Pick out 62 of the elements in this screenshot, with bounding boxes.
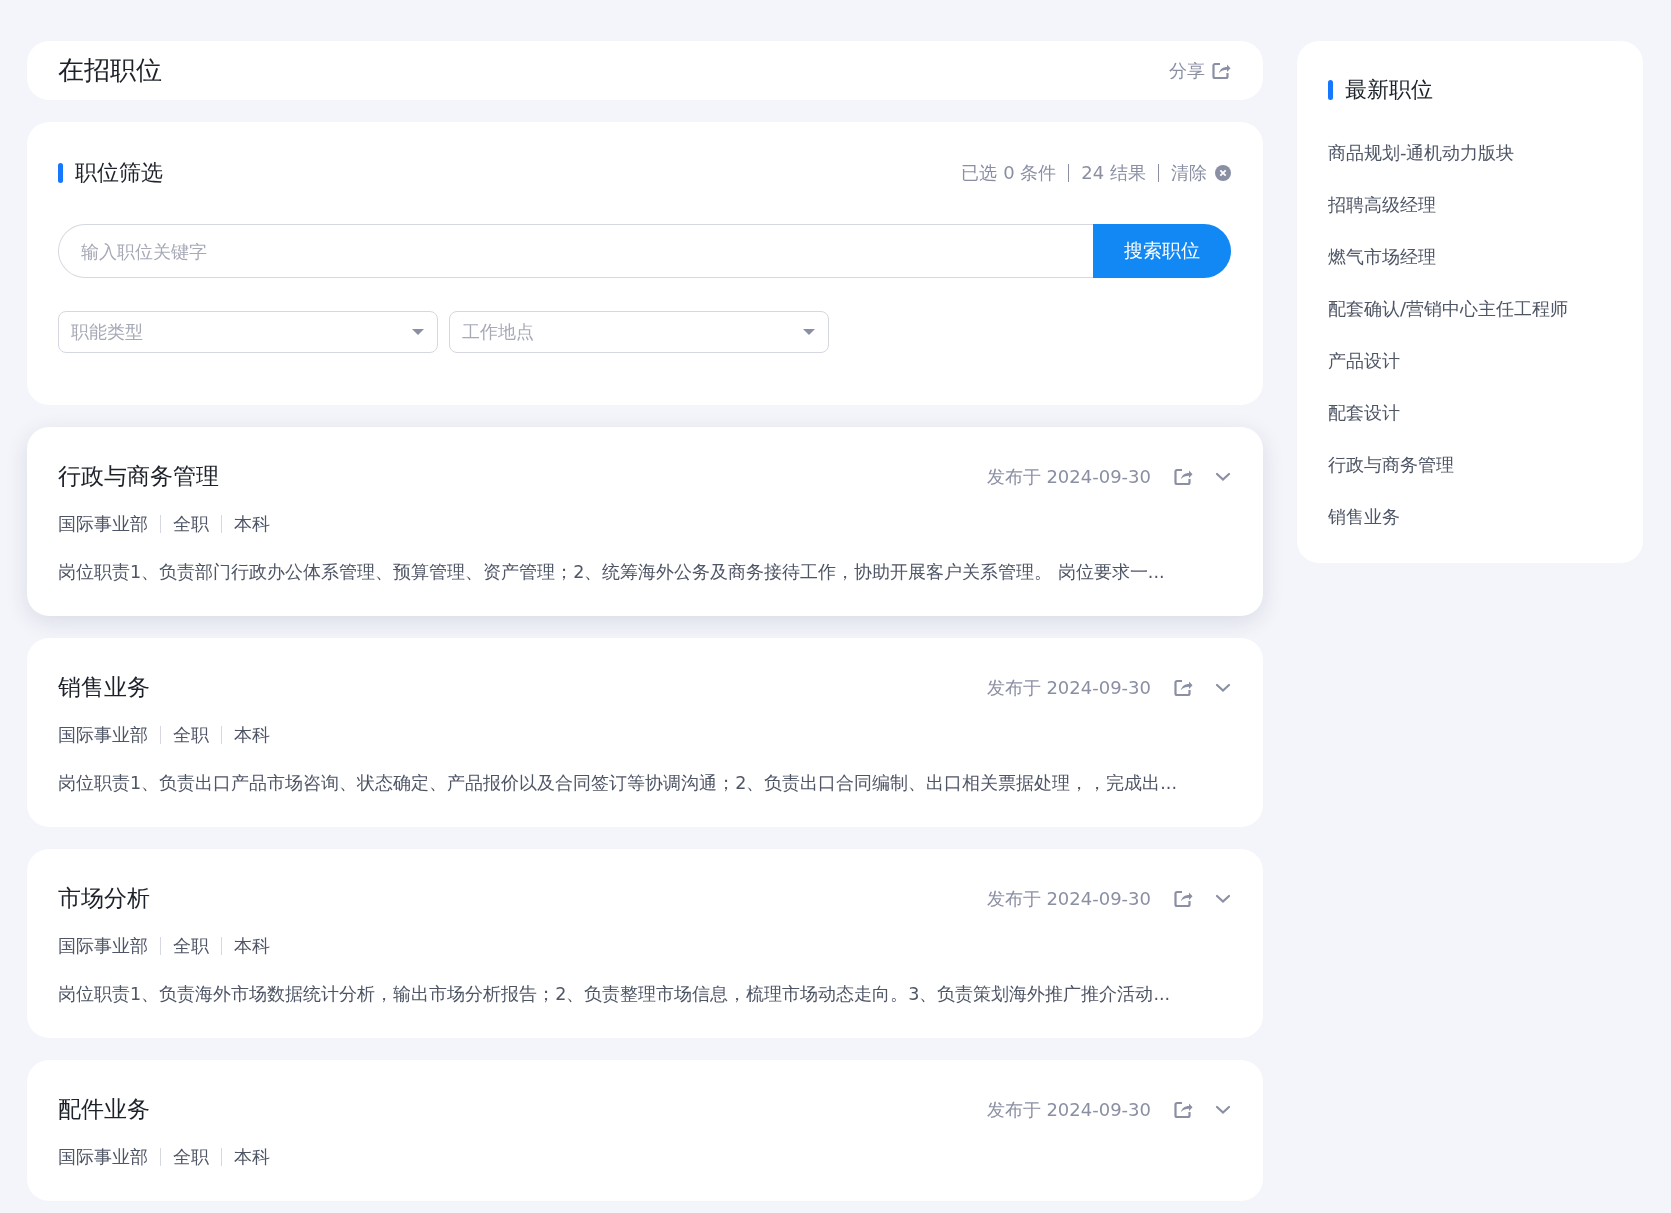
job-link[interactable]: 燃气市场经理: [1328, 245, 1623, 269]
chevron-icon: [1215, 471, 1231, 482]
share-button[interactable]: [1173, 888, 1193, 909]
job-card[interactable]: 行政与商务管理 发布于 2024-09-30 国际事业部 全职 本科 岗位职责1、负责部门行政办公体系管理、预算管理、资产管理；2、统筹海外公务及商务接待工作，协助开展客户关系管理。 岗位要求一...: [27, 427, 1263, 616]
share-button[interactable]: [1173, 1099, 1193, 1120]
share-icon: [1173, 677, 1193, 698]
job-link[interactable]: 招聘高级经理: [1328, 193, 1623, 217]
job-title: 销售业务: [58, 673, 150, 702]
job-tag: 国际事业部: [58, 1145, 148, 1169]
job-description: 岗位职责1、负责部门行政办公体系管理、预算管理、资产管理；2、统筹海外公务及商务接待工作，协助开展客户关系管理。 岗位要求一...: [58, 561, 1166, 584]
job-tag: 全职: [173, 934, 209, 958]
job-title: 市场分析: [58, 884, 150, 913]
job-title: 行政与商务管理: [58, 462, 219, 491]
search-field[interactable]: 输入职位关键字: [58, 224, 1093, 278]
job-tag: 国际事业部: [58, 934, 148, 958]
expand-button[interactable]: [1215, 893, 1231, 904]
job-card[interactable]: 市场分析 发布于 2024-09-30 国际事业部 全职 本科 岗位职责1、负责海外市场数据统计分析，输出市场分析报告；2、负责整理市场信息，梳理市场动态走向。3、负责策划海外推广推介活动...: [27, 849, 1263, 1038]
chevron-icon: [1215, 1104, 1231, 1115]
job-link[interactable]: 配套确认/营销中心主任工程师: [1328, 297, 1623, 321]
job-link[interactable]: 配套设计: [1328, 401, 1623, 425]
chevron-icon: [1215, 682, 1231, 693]
job-tag: 本科: [234, 723, 270, 747]
job-link[interactable]: 产品设计: [1328, 349, 1623, 373]
job-tag: 本科: [234, 934, 270, 958]
share-icon: [1173, 466, 1193, 487]
job-title: 配件业务: [58, 1095, 150, 1124]
chevron-icon: [1215, 893, 1231, 904]
job-link[interactable]: 商品规划-通机动力版块: [1328, 141, 1623, 165]
post-date: 发布于 2024-09-30: [986, 464, 1151, 489]
share-icon: [1173, 888, 1193, 909]
job-tag: 国际事业部: [58, 723, 148, 747]
section-title: 职位筛选: [58, 158, 163, 188]
section-title: 最新职位: [1328, 75, 1623, 105]
caret-icon: [411, 327, 425, 337]
caret-icon: [802, 327, 816, 337]
share-button[interactable]: [1173, 677, 1193, 698]
job-link[interactable]: 销售业务: [1328, 505, 1623, 529]
job-description: 岗位职责1、负责出口产品市场咨询、状态确定、产品报价以及合同签订等协调沟通；2、负责出口合同编制、出口相关票据处理，，完成出...: [58, 772, 1178, 795]
job-tag: 本科: [234, 1145, 270, 1169]
share-icon: [1211, 60, 1231, 81]
post-date: 发布于 2024-09-30: [986, 886, 1151, 911]
job-description: 岗位职责1、负责海外市场数据统计分析，输出市场分析报告；2、负责整理市场信息，梳理市场动态走向。3、负责策划海外推广推介活动...: [58, 983, 1172, 1006]
job-card[interactable]: 配件业务 发布于 2024-09-30 国际事业部 全职 本科: [27, 1060, 1263, 1201]
post-date: 发布于 2024-09-30: [986, 675, 1151, 700]
job-tag: 国际事业部: [58, 512, 148, 536]
job-tag: 本科: [234, 512, 270, 536]
selected-count: 已选 0 条件: [961, 161, 1057, 185]
result-count: 24 结果: [1081, 161, 1146, 185]
share-button[interactable]: [1173, 466, 1193, 487]
job-link[interactable]: 行政与商务管理: [1328, 453, 1623, 477]
close-icon: [1215, 165, 1231, 181]
share-icon: [1173, 1099, 1193, 1120]
post-date: 发布于 2024-09-30: [986, 1097, 1151, 1122]
expand-button[interactable]: [1215, 682, 1231, 693]
expand-button[interactable]: [1215, 1104, 1231, 1115]
page-title: 在招职位: [58, 54, 162, 87]
job-card[interactable]: 销售业务 发布于 2024-09-30 国际事业部 全职 本科 岗位职责1、负责出口产品市场咨询、状态确定、产品报价以及合同签订等协调沟通；2、负责出口合同编制、出口相关票据处理，，完成出...: [27, 638, 1263, 827]
expand-button[interactable]: [1215, 471, 1231, 482]
job-tag: 全职: [173, 723, 209, 747]
job-tag: 全职: [173, 1145, 209, 1169]
search-button[interactable]: 搜索职位: [1093, 224, 1231, 278]
job-tag: 全职: [173, 512, 209, 536]
